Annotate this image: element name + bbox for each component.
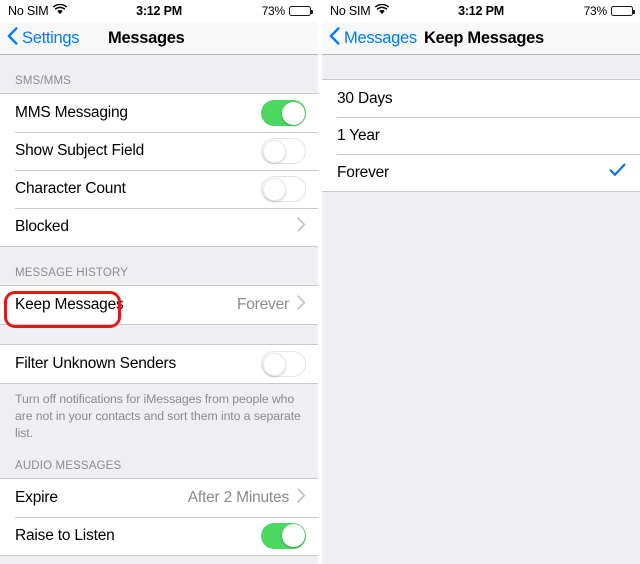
section-header-message-history: MESSAGE HISTORY — [15, 267, 129, 279]
row-label-expire: Expire — [15, 488, 58, 506]
table-row[interactable]: Filter Unknown Senders — [0, 345, 318, 383]
toggle-character-count[interactable] — [261, 176, 306, 202]
status-bar-right: No SIM 3:12 PM 73% — [322, 0, 640, 22]
section-group-audio-messages: Expire After 2 Minutes Raise to Listen — [0, 477, 318, 556]
chevron-right-icon — [297, 295, 306, 315]
toggle-show-subject-field[interactable] — [261, 138, 306, 164]
right-phone-screen: No SIM 3:12 PM 73% Messages Keep Message… — [322, 0, 640, 564]
table-row[interactable]: Keep Messages Forever — [0, 286, 318, 324]
table-row[interactable]: Blocked — [0, 208, 318, 246]
table-row[interactable]: MMS Messaging — [0, 94, 318, 132]
nav-bar-right: Messages Keep Messages — [322, 22, 640, 55]
chevron-left-icon — [7, 27, 18, 50]
checkmark-icon — [609, 163, 626, 182]
table-row[interactable]: Show Subject Field — [0, 132, 318, 170]
list-item[interactable]: 30 Days — [322, 80, 640, 117]
toggle-mms-messaging[interactable] — [261, 100, 306, 126]
settings-scroll-left[interactable]: SMS/MMS MMS Messaging Show Subject Field… — [0, 55, 318, 564]
chevron-right-icon — [297, 217, 306, 237]
list-item[interactable]: 1 Year — [322, 117, 640, 154]
section-group-sms-mms: MMS Messaging Show Subject Field Charact… — [0, 93, 318, 247]
back-button-messages[interactable]: Messages — [329, 22, 417, 55]
row-label-mms-messaging: MMS Messaging — [15, 104, 128, 121]
section-header-audio-messages: AUDIO MESSAGES — [15, 459, 122, 472]
status-bar-right-cluster: 73% — [583, 0, 635, 22]
row-label-filter-unknown-senders: Filter Unknown Senders — [15, 355, 177, 372]
dual-screenshot-container: No SIM 3:12 PM 73% Settings Messages SMS… — [0, 0, 640, 564]
toggle-filter-unknown-senders[interactable] — [261, 351, 306, 377]
option-label-30-days: 30 Days — [337, 89, 393, 107]
toggle-raise-to-listen[interactable] — [261, 522, 306, 549]
footer-note-filter-unknown: Turn off notifications for iMessages fro… — [15, 392, 301, 440]
back-button-label: Settings — [22, 29, 80, 47]
chevron-left-icon — [329, 27, 340, 50]
section-group-message-history: Keep Messages Forever — [0, 285, 318, 325]
battery-percent-label: 73% — [583, 4, 608, 18]
table-row[interactable]: Raise to Listen — [0, 516, 318, 555]
option-label-1-year: 1 Year — [337, 126, 380, 144]
row-label-keep-messages: Keep Messages — [15, 296, 124, 313]
back-button-settings[interactable]: Settings — [7, 22, 80, 55]
battery-icon — [289, 5, 313, 17]
section-group-filter-unknown: Filter Unknown Senders — [0, 344, 318, 384]
nav-bar-left: Settings Messages — [0, 22, 318, 55]
row-label-raise-to-listen: Raise to Listen — [15, 526, 115, 544]
battery-percent-label: 73% — [261, 4, 286, 18]
row-value-keep-messages: Forever — [236, 296, 289, 313]
row-label-blocked: Blocked — [15, 218, 69, 235]
option-label-forever: Forever — [337, 163, 390, 181]
battery-icon — [611, 5, 635, 17]
back-button-label: Messages — [344, 29, 417, 47]
row-label-character-count: Character Count — [15, 180, 126, 197]
row-value-expire: After 2 Minutes — [187, 488, 289, 506]
table-row[interactable]: Expire After 2 Minutes — [0, 478, 318, 517]
row-label-show-subject-field: Show Subject Field — [15, 142, 145, 159]
list-item[interactable]: Forever — [322, 154, 640, 191]
section-header-sms-mms: SMS/MMS — [15, 75, 71, 87]
chevron-right-icon — [297, 488, 306, 508]
status-bar-left: No SIM 3:12 PM 73% — [0, 0, 318, 22]
options-scroll-right[interactable]: 30 Days 1 Year Forever — [322, 55, 640, 564]
table-row[interactable]: Character Count — [0, 170, 318, 208]
left-phone-screen: No SIM 3:12 PM 73% Settings Messages SMS… — [0, 0, 318, 564]
keep-messages-options-group: 30 Days 1 Year Forever — [322, 79, 640, 192]
status-bar-right-cluster: 73% — [261, 0, 313, 22]
